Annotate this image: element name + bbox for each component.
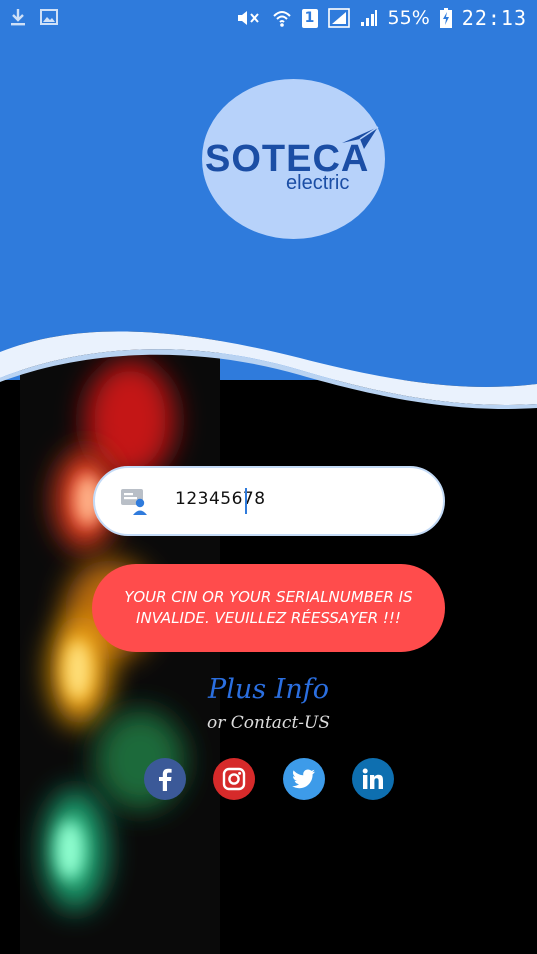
text-caret	[245, 488, 247, 514]
id-card-icon	[121, 489, 147, 515]
social-links	[0, 758, 537, 800]
signal-bars-icon	[360, 10, 377, 26]
plus-info-link[interactable]: Plus Info	[0, 674, 537, 705]
error-message-box: YOUR CIN OR YOUR SERIALNUMBER IS INVALID…	[92, 564, 445, 652]
cin-serial-input[interactable]: 12345678	[93, 466, 445, 536]
clock: 22:13	[461, 6, 527, 30]
battery-charging-icon	[439, 8, 452, 28]
paper-plane-icon	[342, 126, 379, 149]
linkedin-button[interactable]	[352, 758, 394, 800]
instagram-icon	[222, 767, 246, 791]
logo-subtitle: electric	[286, 172, 350, 194]
image-icon	[40, 9, 58, 25]
sim-slot-icon: 1	[301, 8, 318, 28]
wifi-icon	[272, 11, 291, 27]
signal-icon	[327, 8, 350, 28]
facebook-icon	[159, 768, 172, 791]
twitter-button[interactable]	[283, 758, 325, 800]
download-icon	[11, 9, 25, 26]
status-bar: 1 55% 22:13	[0, 0, 537, 36]
error-message: YOUR CIN OR YOUR SERIALNUMBER IS INVALID…	[124, 588, 413, 627]
instagram-button[interactable]	[213, 758, 255, 800]
app-screen: 1 55% 22:13 SOTECA electric 12345678 YOU…	[0, 0, 537, 954]
header-wave	[0, 300, 537, 409]
mute-icon	[237, 11, 259, 25]
linkedin-icon	[362, 768, 383, 789]
facebook-button[interactable]	[144, 758, 186, 800]
battery-percent: 55%	[387, 7, 430, 29]
twitter-icon	[292, 769, 315, 789]
contact-us-link[interactable]: or Contact-US	[0, 713, 537, 733]
input-value[interactable]: 12345678	[175, 489, 266, 509]
